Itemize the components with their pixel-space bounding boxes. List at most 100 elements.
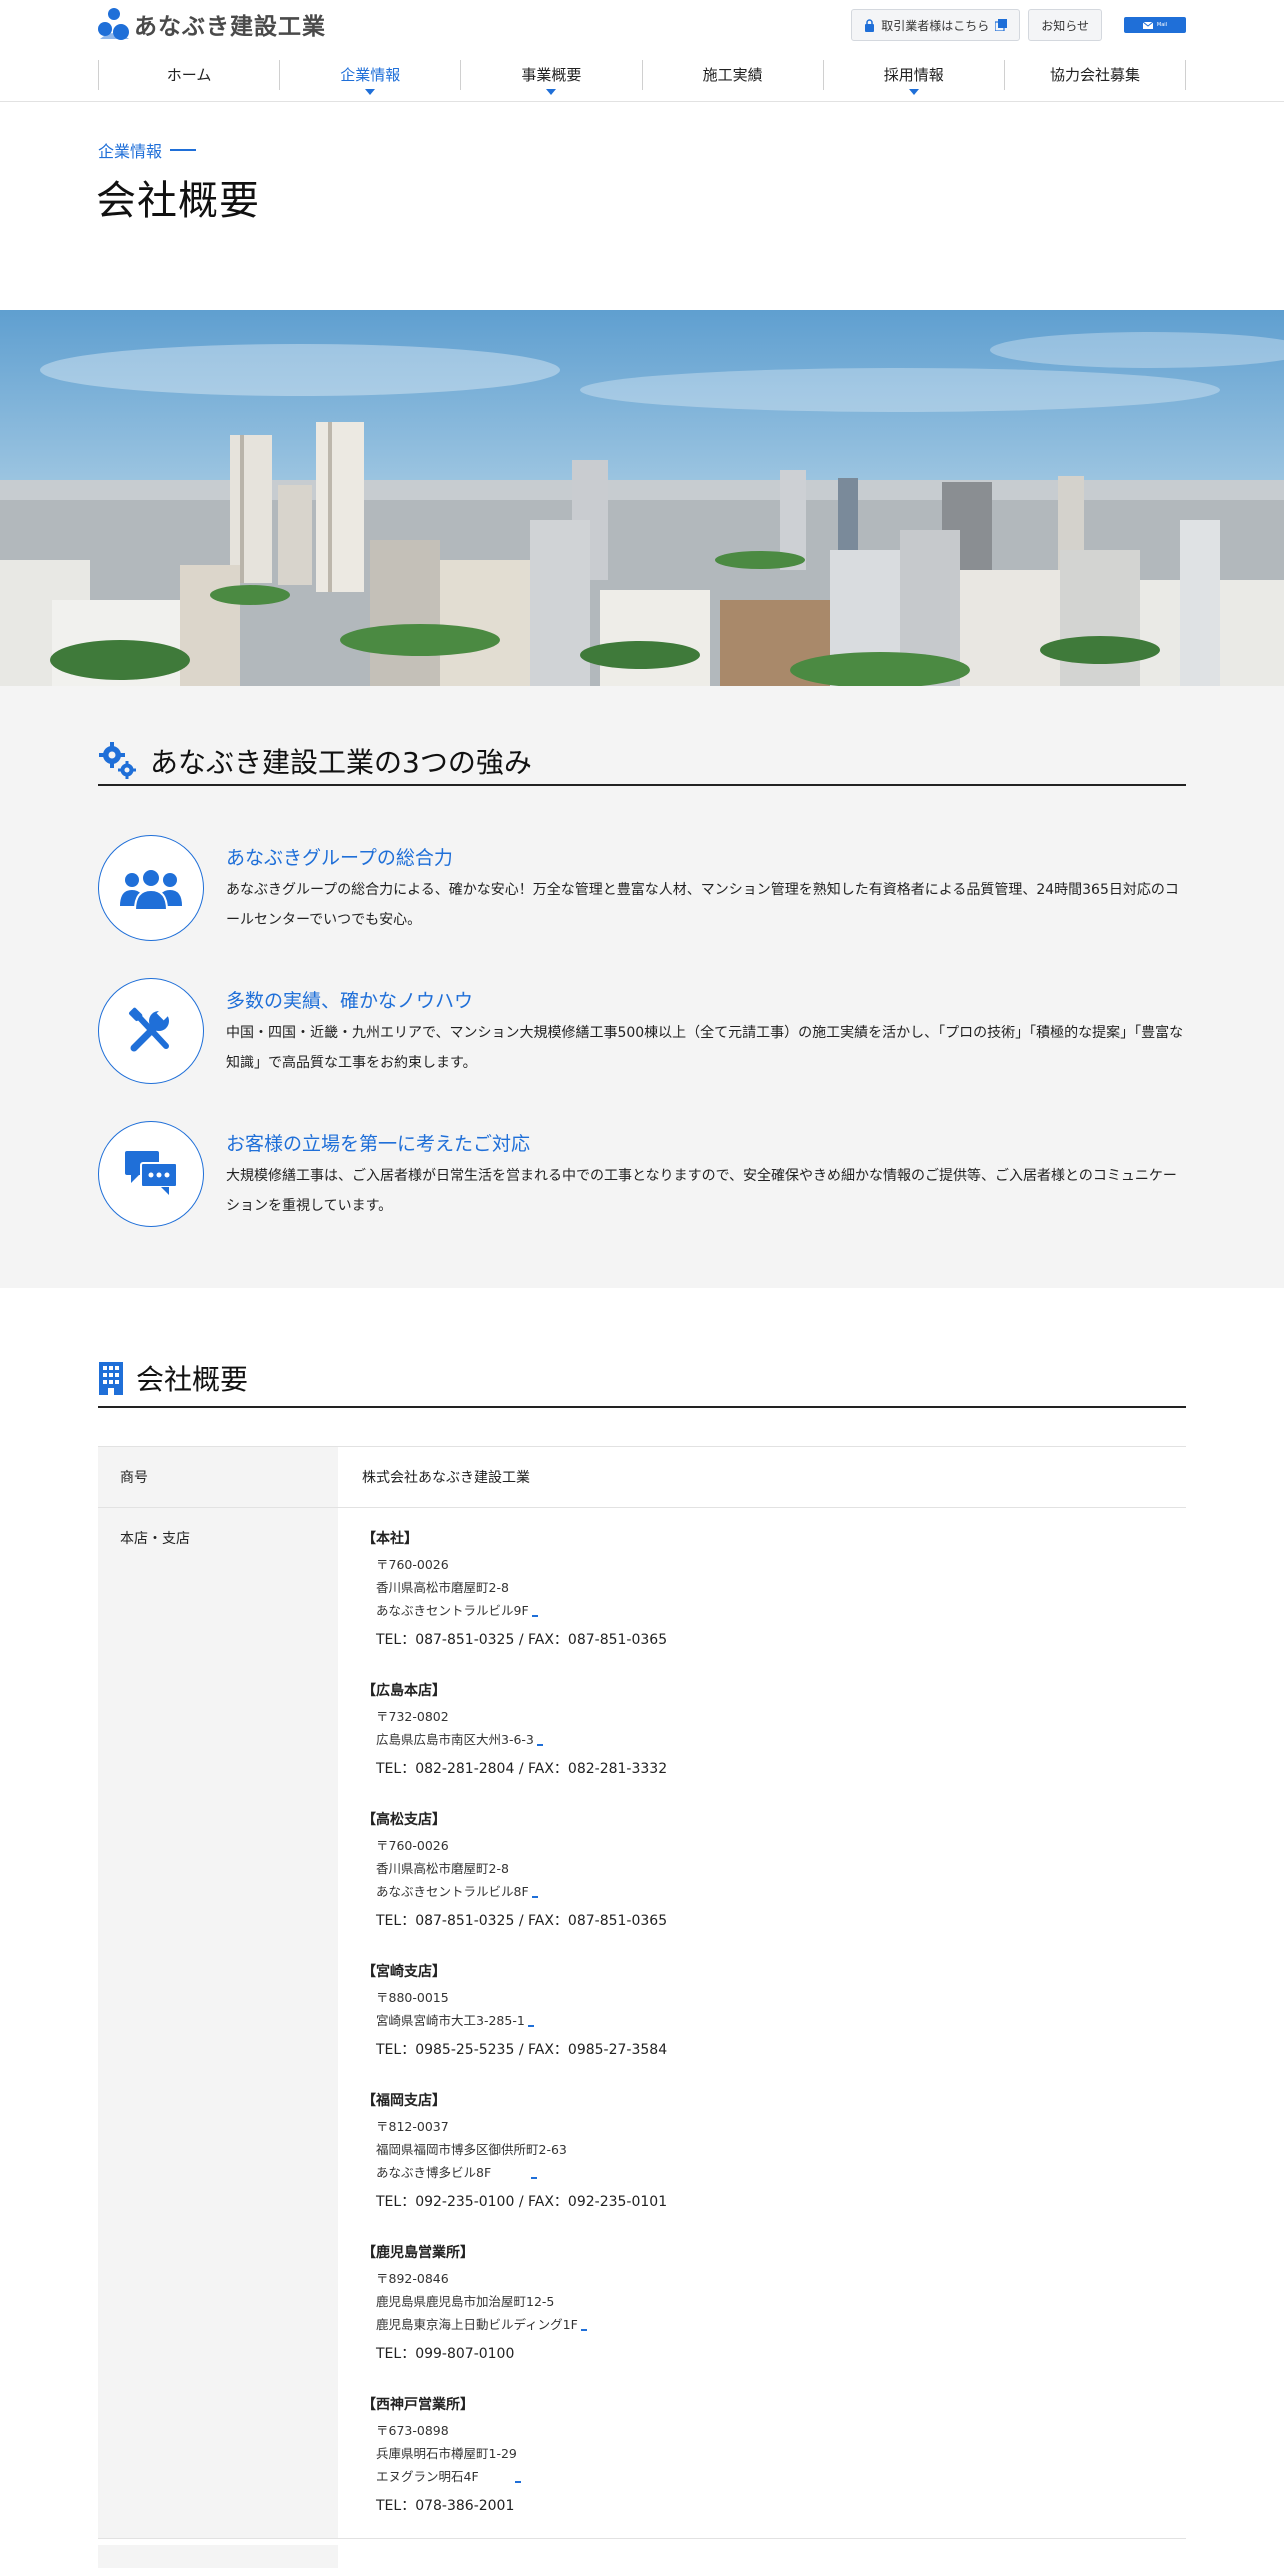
office-tel: TEL：082-281-2804 / FAX：082-281-3332 [376,1761,668,1777]
lock-icon [865,18,875,32]
office-tel: TEL：092-235-0100 / FAX：092-235-0101 [376,2194,668,2210]
strength-item: あなぶきグループの総合力 あなぶきグループの総合力による、確かな安心！万全な管理… [98,835,1186,945]
office-postal: 〒732-0802 [376,1709,449,1724]
news-button[interactable]: お知らせ [1028,9,1102,41]
nav-label: 採用情報 [883,66,944,84]
site-logo[interactable]: あなぶき建設工業 [98,7,326,41]
strength-title: あなぶきグループの総合力 [226,847,453,869]
mail-icon [1142,21,1153,29]
office-name: 【広島本店】 [362,1683,446,1699]
office-name: 【宮崎支店】 [362,1964,446,1980]
hero-cityscape-image [0,310,1284,686]
nav-item-works[interactable]: 施工実績 [641,60,823,90]
office-entry: 【西神戸営業所】 〒673-0898 兵庫県明石市樽屋町1-29 エヌグラン明石… [362,2394,1162,2518]
strength-title: 多数の実績、確かなノウハウ [226,990,474,1012]
caret-down-icon [546,89,557,95]
map-link-icon[interactable] [580,2329,587,2331]
office-address: 宮崎県宮崎市大工3-285-1 [362,2009,1162,2032]
gears-icon [99,742,136,779]
strength-text: 中国・四国・近畿・九州エリアで、マンション大規模修繕工事500棟以上（全て元請工… [226,1025,1184,1071]
office-address: 香川県高松市磨屋町2-8 [376,1861,509,1876]
office-address: あなぶきセントラルビル9F [362,1599,1162,1622]
office-entry: 【鹿児島営業所】 〒892-0846 鹿児島県鹿児島市加治屋町12-5 鹿児島東… [362,2242,1162,2366]
office-entry: 【広島本店】 〒732-0802 広島県広島市南区大州3-6-3 TEL：082… [362,1680,1162,1781]
mail-button[interactable]: Mail [1124,17,1186,33]
table-row: 本店・支店 【本社】 〒760-0026 香川県高松市磨屋町2-8 あなぶきセン… [98,1508,1186,2539]
nav-item-business[interactable]: 事業概要 [460,60,641,95]
map-link-icon[interactable] [527,2025,534,2027]
strength-icon-circle [98,978,204,1084]
strength-icon-circle [98,835,204,941]
office-entry: 【宮崎支店】 〒880-0015 宮崎県宮崎市大工3-285-1 TEL：098… [362,1961,1162,2062]
office-postal: 〒892-0846 [376,2271,449,2286]
office-address: 香川県高松市磨屋町2-8 [376,1580,509,1595]
map-link-icon[interactable] [536,1744,543,1746]
mail-label: Mail [1156,22,1168,28]
office-address: 兵庫県明石市樽屋町1-29 [376,2446,517,2461]
utility-nav: 取引業者様はこちら お知らせ Mail [851,9,1186,41]
office-address: 福岡県福岡市博多区御供所町2-63 [376,2142,567,2157]
office-name: 【福岡支店】 [362,2093,446,2109]
office-address: 鹿児島県鹿児島市加治屋町12-5 [376,2294,555,2309]
map-link-icon[interactable] [531,1615,538,1617]
nav-item-partners[interactable]: 協力会社募集 [1003,60,1187,90]
office-address: 鹿児島東京海上日動ビルディング1F [362,2313,1162,2336]
strengths-heading: あなぶき建設工業の3つの強み [150,746,532,779]
map-link-icon[interactable] [531,2177,538,2179]
caret-down-icon [365,89,376,95]
nav-item-company[interactable]: 企業情報 [279,60,460,95]
site-header: あなぶき建設工業 取引業者様はこちら お知らせ Mail ホーム 企業情報 事業… [0,0,1284,102]
nav-item-home[interactable]: ホーム [98,60,279,90]
office-tel: TEL：078-386-2001 [376,2498,515,2514]
office-postal: 〒760-0026 [376,1838,449,1853]
nav-label: 事業概要 [521,66,582,84]
office-postal: 〒880-0015 [376,1990,449,2005]
building-icon [99,1362,123,1395]
overview-heading-bar: 会社概要 [98,1350,1186,1408]
office-tel: TEL：087-851-0325 / FAX：087-851-0365 [376,1913,668,1929]
map-link-icon[interactable] [514,2481,521,2483]
logo-icon [98,8,129,40]
office-address: 広島県広島市南区大州3-6-3 [362,1728,1162,1751]
table-row: 商号 株式会社あなぶき建設工業 [98,1447,1186,1508]
breadcrumb: 企業情報 [98,138,197,162]
strength-icon-circle [98,1121,204,1227]
offices-list: 【本社】 〒760-0026 香川県高松市磨屋町2-8 あなぶきセントラルビル9… [338,1508,1186,2538]
office-tel: TEL：0985-25-5235 / FAX：0985-27-3584 [376,2042,668,2058]
nav-label: 企業情報 [340,66,401,84]
overview-heading: 会社概要 [136,1363,249,1396]
cityscape-illustration [0,310,1284,686]
global-nav: ホーム 企業情報 事業概要 施工実績 採用情報 協力会社募集 [98,60,1187,95]
office-name: 【高松支店】 [362,1812,446,1828]
tools-icon [129,1007,170,1052]
strengths-heading-bar: あなぶき建設工業の3つの強み [98,738,1186,786]
office-entry: 【本社】 〒760-0026 香川県高松市磨屋町2-8 あなぶきセントラルビル9… [362,1528,1162,1652]
map-link-icon[interactable] [531,1896,538,1898]
partner-login-label: 取引業者様はこちら [881,18,990,33]
office-postal: 〒760-0026 [376,1557,449,1572]
strength-title: お客様の立場を第一に考えたご対応 [226,1133,531,1155]
table-next-row-label-cell [98,2545,338,2568]
strength-item: 多数の実績、確かなノウハウ 中国・四国・近畿・九州エリアで、マンション大規模修繕… [98,978,1186,1088]
breadcrumb-label[interactable]: 企業情報 [98,138,162,162]
news-label: お知らせ [1041,18,1089,33]
office-postal: 〒812-0037 [376,2119,449,2134]
page-title: 会社概要 [96,178,260,224]
caret-down-icon [908,89,919,95]
strengths-section: あなぶき建設工業の3つの強み あなぶきグループの総合力 あなぶきグループの総合力… [0,686,1284,1288]
office-entry: 【福岡支店】 〒812-0037 福岡県福岡市博多区御供所町2-63 あなぶき博… [362,2090,1162,2214]
office-tel: TEL：099-807-0100 [376,2346,515,2362]
group-icon [120,868,182,910]
nav-label: 協力会社募集 [1049,66,1140,84]
strength-text: あなぶきグループの総合力による、確かな安心！万全な管理と豊富な人材、マンション管… [226,882,1179,928]
office-postal: 〒673-0898 [376,2423,449,2438]
strength-text: 大規模修繕工事は、ご入居者様が日常生活を営まれる中での工事となりますので、安全確… [226,1168,1177,1214]
office-entry: 【高松支店】 〒760-0026 香川県高松市磨屋町2-8 あなぶきセントラルビ… [362,1809,1162,1933]
office-name: 【本社】 [362,1531,418,1547]
office-address: あなぶきセントラルビル8F [362,1880,1162,1903]
partner-login-button[interactable]: 取引業者様はこちら [851,9,1021,41]
nav-item-recruit[interactable]: 採用情報 [822,60,1004,95]
office-address: あなぶき博多ビル8F [362,2161,1162,2184]
strength-item: お客様の立場を第一に考えたご対応 大規模修繕工事は、ご入居者様が日常生活を営まれ… [98,1121,1186,1231]
chat-icon [125,1151,178,1195]
